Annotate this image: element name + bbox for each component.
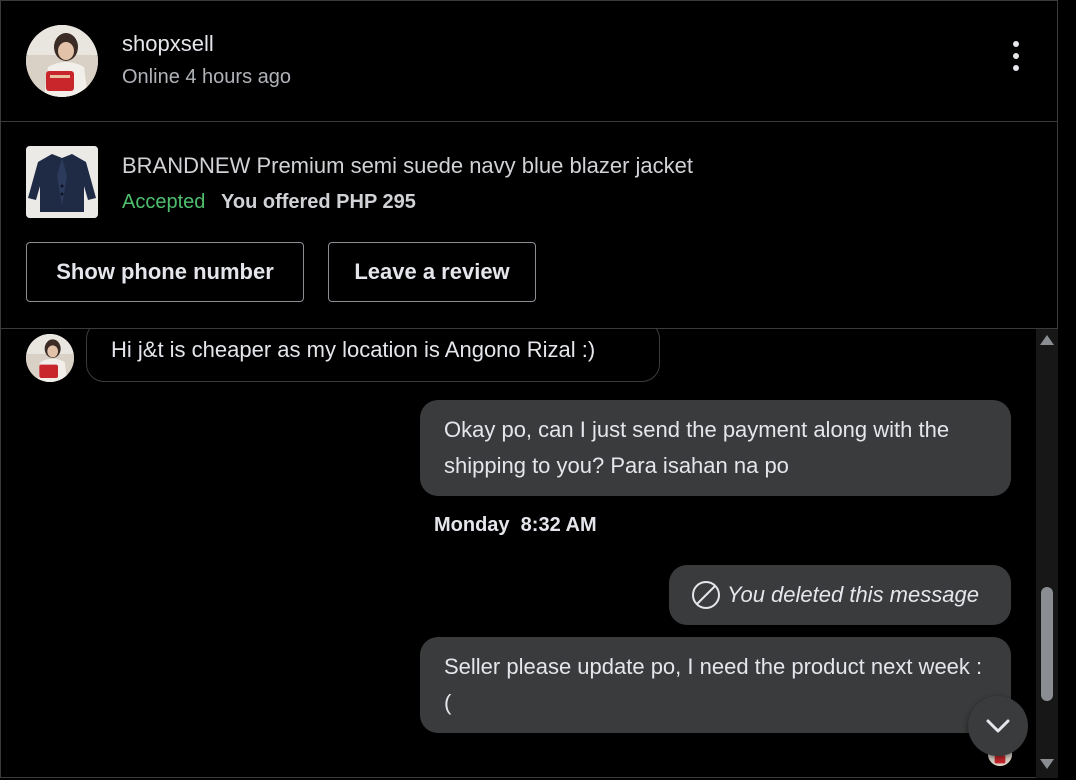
scrollbar-thumb[interactable] bbox=[1041, 587, 1053, 701]
deleted-message-text: You deleted this message bbox=[727, 582, 979, 607]
incoming-message[interactable]: Hi j&t is cheaper as my location is Ango… bbox=[86, 329, 660, 382]
product-panel: BRANDNEW Premium semi suede navy blue bl… bbox=[0, 122, 1058, 329]
product-title[interactable]: BRANDNEW Premium semi suede navy blue bl… bbox=[122, 153, 693, 179]
outgoing-message[interactable]: Okay po, can I just send the payment alo… bbox=[420, 400, 1011, 496]
scroll-up-arrow-icon[interactable] bbox=[1040, 335, 1054, 345]
offer-amount: You offered PHP 295 bbox=[221, 191, 416, 213]
show-phone-number-button[interactable]: Show phone number bbox=[26, 242, 304, 302]
chat-header: shopxsell Online 4 hours ago bbox=[0, 0, 1058, 122]
offer-status-badge: Accepted bbox=[122, 191, 206, 213]
message-list[interactable]: Hi j&t is cheaper as my location is Ango… bbox=[0, 329, 1036, 779]
leave-review-button[interactable]: Leave a review bbox=[328, 242, 536, 302]
blocked-icon bbox=[692, 581, 720, 609]
scroll-down-arrow-icon[interactable] bbox=[1040, 759, 1054, 769]
outgoing-message[interactable]: Seller please update po, I need the prod… bbox=[420, 637, 1011, 733]
seller-status: Online 4 hours ago bbox=[122, 66, 292, 88]
message-scrollbar[interactable] bbox=[1036, 329, 1058, 778]
deleted-message[interactable]: You deleted this message bbox=[669, 565, 1011, 625]
chevron-down-icon bbox=[986, 719, 1010, 733]
message-timestamp: Monday 8:32 AM bbox=[434, 514, 597, 536]
seller-avatar[interactable] bbox=[26, 25, 98, 97]
scroll-to-bottom-button[interactable] bbox=[968, 696, 1028, 756]
product-thumbnail[interactable] bbox=[26, 146, 98, 218]
more-options-icon[interactable] bbox=[1000, 36, 1032, 76]
seller-message-avatar[interactable] bbox=[26, 334, 74, 382]
seller-name[interactable]: shopxsell bbox=[122, 31, 214, 57]
